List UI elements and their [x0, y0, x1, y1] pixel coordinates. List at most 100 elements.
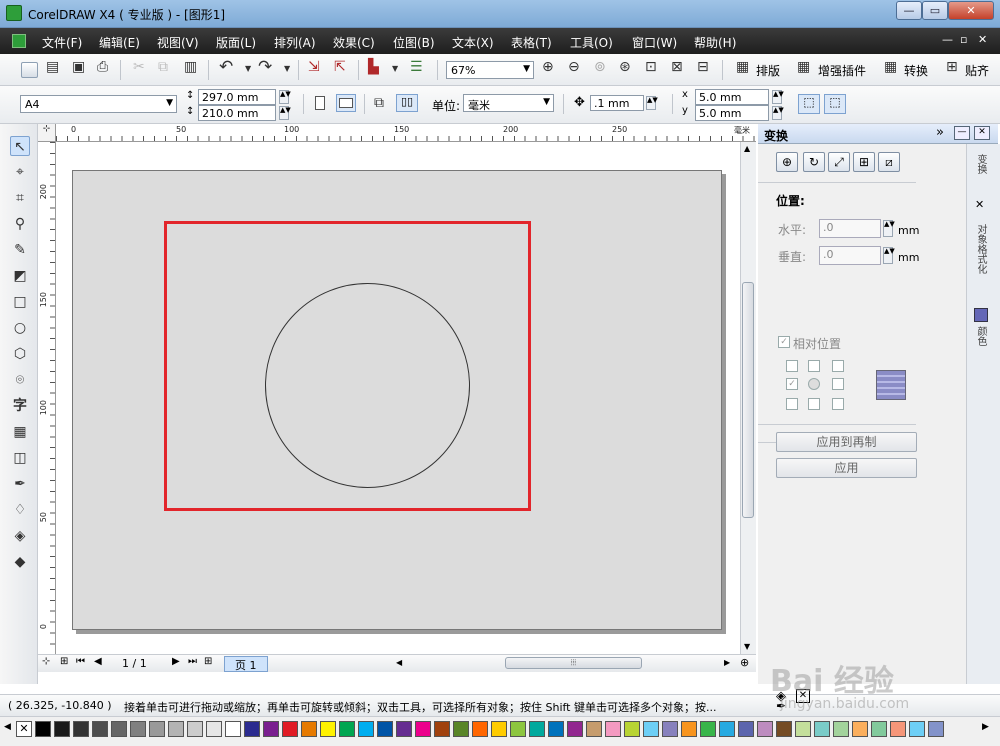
color-swatch[interactable]	[776, 721, 792, 737]
color-swatch[interactable]	[434, 721, 450, 737]
relative-position-checkbox[interactable]: ✓	[778, 336, 790, 348]
color-swatch[interactable]	[624, 721, 640, 737]
zoom-out-icon[interactable]: ⊖	[568, 59, 580, 75]
vertical-ruler[interactable]: 200 150 100 50 0	[38, 142, 56, 654]
color-swatch[interactable]	[35, 721, 51, 737]
chevron-down-icon[interactable]: ▼	[392, 64, 398, 73]
duplicate-y-input[interactable]: 5.0 mm	[695, 105, 769, 121]
color-swatch[interactable]	[928, 721, 944, 737]
tab-transform[interactable]: 变换	[973, 154, 988, 204]
anchor-bottom-right[interactable]	[832, 398, 844, 410]
portrait-icon[interactable]	[315, 96, 325, 110]
close-tab-icon[interactable]: ✕	[975, 198, 984, 211]
anchor-bottom-center[interactable]	[808, 398, 820, 410]
color-swatch[interactable]	[339, 721, 355, 737]
shape-tool-icon[interactable]: ⌖	[10, 162, 30, 182]
zoom-page-icon[interactable]: ⊡	[645, 59, 657, 75]
vertical-scroll-thumb[interactable]	[742, 282, 754, 518]
color-swatch[interactable]	[187, 721, 203, 737]
circle-shape[interactable]	[265, 283, 470, 488]
color-swatch[interactable]	[453, 721, 469, 737]
next-page-icon[interactable]: ▶	[172, 656, 180, 667]
menu-edit[interactable]: 编辑(E)	[99, 34, 140, 51]
crop-tool-icon[interactable]: ⌗	[10, 188, 30, 208]
docker-minimize-button[interactable]: —	[954, 126, 970, 140]
zoom-tool-icon[interactable]: ⚲	[10, 214, 30, 234]
duplicate-x-spinner[interactable]: ▲▼	[772, 90, 784, 104]
zoom-height-icon[interactable]: ⊟	[697, 59, 709, 75]
color-swatch[interactable]	[377, 721, 393, 737]
color-swatch[interactable]	[130, 721, 146, 737]
ruler-origin[interactable]: ⊹	[38, 124, 56, 142]
color-swatch[interactable]	[605, 721, 621, 737]
current-page-icon[interactable]: ▯▯	[396, 94, 418, 112]
snap-plugin-icon[interactable]: ⊞	[946, 59, 958, 75]
anchor-bottom-left[interactable]	[786, 398, 798, 410]
add-page-before-icon[interactable]: ⊞	[60, 656, 68, 667]
copy-icon[interactable]: ⧉	[158, 59, 168, 75]
document-icon[interactable]	[12, 34, 26, 48]
anchor-top-left[interactable]	[786, 360, 798, 372]
duplicate-x-input[interactable]: 5.0 mm	[695, 89, 769, 105]
apply-to-duplicate-button[interactable]: 应用到再制	[776, 432, 917, 452]
menu-help[interactable]: 帮助(H)	[694, 34, 736, 51]
scale-transform-icon[interactable]: ⤢	[828, 152, 850, 172]
menu-table[interactable]: 表格(T)	[511, 34, 552, 51]
convert-button[interactable]: 转换	[904, 62, 928, 79]
zoom-selected-icon[interactable]: ⊚	[594, 59, 606, 75]
docker-close-button[interactable]: ✕	[974, 126, 990, 140]
color-swatch[interactable]	[852, 721, 868, 737]
apply-button[interactable]: 应用	[776, 458, 917, 478]
color-swatch[interactable]	[548, 721, 564, 737]
doc-restore-button[interactable]: ▫	[960, 33, 967, 46]
navigator-zoom-icon[interactable]: ⊕	[740, 656, 749, 669]
anchor-middle-right[interactable]	[832, 378, 844, 390]
color-swatch[interactable]	[719, 721, 735, 737]
open-folder-icon[interactable]: ▤	[46, 59, 59, 75]
enhance-plugin-icon[interactable]: ▦	[797, 59, 810, 75]
all-pages-icon[interactable]: ⧉	[374, 95, 384, 111]
treat-as-filled-icon[interactable]: ⬚	[798, 94, 820, 114]
vertical-position-input[interactable]: .0	[819, 246, 881, 265]
application-launcher-icon[interactable]: ▙	[368, 59, 379, 75]
size-transform-icon[interactable]: ⊞	[853, 152, 875, 172]
menu-window[interactable]: 窗口(W)	[632, 34, 677, 51]
rectangle-tool-icon[interactable]: □	[10, 292, 30, 312]
nudge-spinner[interactable]: ▲▼	[646, 96, 658, 110]
enhance-plugin-button[interactable]: 增强插件	[818, 62, 866, 79]
menu-layout[interactable]: 版面(L)	[216, 34, 256, 51]
redo-icon[interactable]: ↷	[258, 57, 272, 77]
color-swatch[interactable]	[586, 721, 602, 737]
color-swatch[interactable]	[662, 721, 678, 737]
undo-icon[interactable]: ↶	[219, 57, 233, 77]
paste-icon[interactable]: ▥	[184, 59, 197, 75]
color-swatch[interactable]	[871, 721, 887, 737]
color-swatch[interactable]	[833, 721, 849, 737]
horizontal-position-input[interactable]: .0	[819, 219, 881, 238]
rotate-transform-icon[interactable]: ↻	[803, 152, 825, 172]
save-icon[interactable]: ▣	[72, 59, 85, 75]
page-height-spinner[interactable]: ▲▼	[279, 106, 291, 120]
color-swatch[interactable]	[491, 721, 507, 737]
first-page-icon[interactable]: ⏮	[76, 656, 85, 667]
units-select[interactable]: 毫米 ▼	[463, 94, 554, 112]
color-swatch[interactable]	[681, 721, 697, 737]
scroll-right-icon[interactable]: ▶	[724, 658, 730, 667]
chevron-down-icon[interactable]: ▼	[245, 64, 251, 73]
import-icon[interactable]: ⇲	[308, 59, 320, 75]
horizontal-ruler[interactable]: 0 50 100 150 200 250 毫米	[56, 124, 756, 142]
horizontal-scroll-thumb[interactable]: ⦙⦙⦙	[505, 657, 642, 669]
interactive-fill-tool-icon[interactable]: ◆	[10, 552, 30, 572]
zoom-all-objects-icon[interactable]: ⊛	[619, 59, 631, 75]
chevron-down-icon[interactable]: ▼	[284, 64, 290, 73]
landscape-icon[interactable]	[336, 94, 356, 112]
zoom-rect-icon[interactable]: ⊹	[42, 656, 50, 667]
horizontal-spinner[interactable]: ▲▼	[883, 220, 895, 237]
smart-fill-tool-icon[interactable]: ◩	[10, 266, 30, 286]
page-width-input[interactable]: 297.0 mm	[198, 89, 276, 105]
polygon-tool-icon[interactable]: ⬡	[10, 344, 30, 364]
color-swatch[interactable]	[738, 721, 754, 737]
color-swatch[interactable]	[757, 721, 773, 737]
add-page-after-icon[interactable]: ⊞	[204, 656, 212, 667]
palette-scroll-left-icon[interactable]: ◀	[4, 722, 11, 732]
